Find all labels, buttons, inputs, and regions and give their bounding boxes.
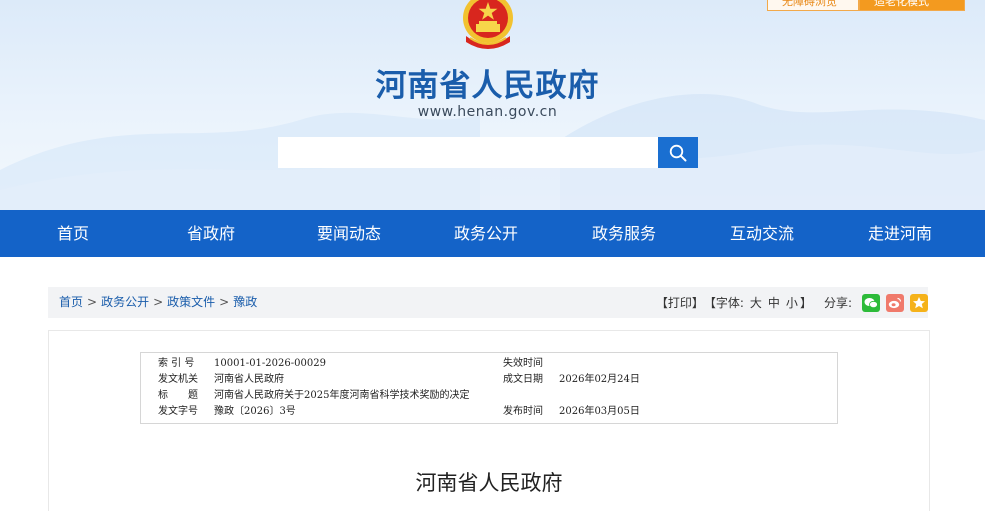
index-number-label: 索 引 号 <box>158 358 195 369</box>
publish-date-value: 2026年03月05日 <box>559 406 640 417</box>
publish-date-label: 发布时间 <box>503 406 543 417</box>
font-size-label: 【字体: <box>703 296 744 310</box>
breadcrumb-yuzheng[interactable]: 豫政 <box>233 295 257 309</box>
site-url: www.henan.gov.cn <box>417 104 558 120</box>
font-size-bracket: 】 <box>799 296 812 310</box>
nav-government-affairs-disclosure[interactable]: 政务公开 <box>445 210 527 257</box>
nav-provincial-government[interactable]: 省政府 <box>175 210 247 257</box>
elderly-mode-button[interactable]: 适老化模式 <box>859 0 965 11</box>
site-header: 无障碍浏览 适老化模式 河南省人民政府 www.henan.gov.cn <box>0 0 985 210</box>
font-large-button[interactable]: 大 <box>750 294 762 311</box>
top-button-group: 无障碍浏览 适老化模式 <box>767 0 965 11</box>
breadcrumb-government-affairs[interactable]: 政务公开 <box>101 295 149 309</box>
document-number-value: 豫政〔2026〕3号 <box>214 406 296 417</box>
breadcrumb-separator: > <box>153 295 164 309</box>
search-input[interactable] <box>278 137 658 168</box>
breadcrumb: 首页 > 政务公开 > 政策文件 > 豫政 <box>59 287 257 318</box>
national-emblem-icon <box>463 0 513 49</box>
document-metadata-table: 索 引 号 10001-01-2026-00029 失效时间 发文机关 河南省人… <box>140 352 838 424</box>
breadcrumb-separator: > <box>219 295 230 309</box>
document-number-label: 发文字号 <box>158 406 198 417</box>
wechat-icon[interactable] <box>862 293 880 312</box>
document-heading: 河南省人民政府 <box>415 471 563 495</box>
index-number-value: 10001-01-2026-00029 <box>214 358 326 369</box>
expiry-date-label: 失效时间 <box>503 358 543 369</box>
nav-home[interactable]: 首页 <box>41 210 105 257</box>
accessibility-button[interactable]: 无障碍浏览 <box>767 0 859 11</box>
share-label: 分享: <box>823 296 852 310</box>
issuer-label: 发文机关 <box>158 374 198 385</box>
main-navigation: 首页 省政府 要闻动态 政务公开 政务服务 互动交流 走进河南 <box>0 210 985 257</box>
search-icon <box>669 144 687 161</box>
metadata-row: 发文字号 豫政〔2026〕3号 发布时间 2026年03月05日 <box>141 404 837 420</box>
font-medium-button[interactable]: 中 <box>768 294 780 311</box>
print-button[interactable]: 【打印】 <box>656 294 704 311</box>
article-container: 索 引 号 10001-01-2026-00029 失效时间 发文机关 河南省人… <box>48 330 930 511</box>
breadcrumb-policy-documents[interactable]: 政策文件 <box>167 295 215 309</box>
nav-government-services[interactable]: 政务服务 <box>583 210 665 257</box>
weibo-icon[interactable] <box>886 293 904 312</box>
metadata-row: 发文机关 河南省人民政府 成文日期 2026年02月24日 <box>141 372 837 388</box>
page-tools: 【打印】 【字体: 大 中 小 】 分享: <box>656 287 928 318</box>
search-button[interactable] <box>658 137 698 168</box>
favorite-icon[interactable] <box>910 293 928 312</box>
breadcrumb-separator: > <box>87 295 98 309</box>
title-value: 河南省人民政府关于2025年度河南省科学技术奖励的决定 <box>214 390 470 401</box>
metadata-row: 标 题 河南省人民政府关于2025年度河南省科学技术奖励的决定 <box>141 388 837 404</box>
font-small-button[interactable]: 小 <box>786 294 798 311</box>
nav-about-henan[interactable]: 走进河南 <box>859 210 941 257</box>
nav-interaction[interactable]: 互动交流 <box>721 210 803 257</box>
title-label: 标 题 <box>158 390 198 401</box>
created-date-value: 2026年02月24日 <box>559 374 640 385</box>
site-title: 河南省人民政府 <box>375 68 600 104</box>
breadcrumb-home[interactable]: 首页 <box>59 295 83 309</box>
breadcrumb-bar: 首页 > 政务公开 > 政策文件 > 豫政 【打印】 【字体: 大 中 小 】 分享: <box>48 287 928 318</box>
nav-news[interactable]: 要闻动态 <box>308 210 390 257</box>
metadata-row: 索 引 号 10001-01-2026-00029 失效时间 <box>141 356 837 372</box>
created-date-label: 成文日期 <box>503 374 543 385</box>
issuer-value: 河南省人民政府 <box>214 374 284 385</box>
